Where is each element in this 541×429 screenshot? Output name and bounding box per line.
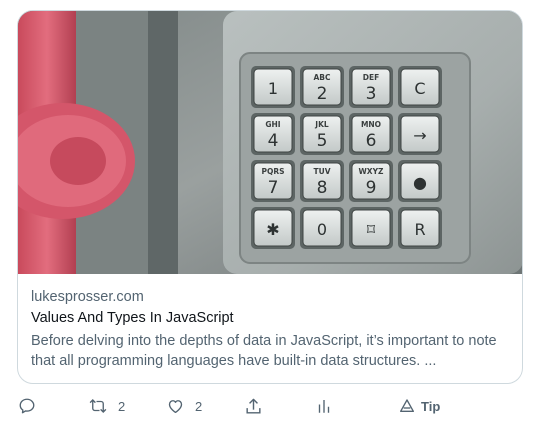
reply-button[interactable] [18,392,36,420]
reply-icon [19,398,35,414]
keypad-key-digit: 1 [268,79,278,98]
keypad-key-digit: R [414,220,425,239]
analytics-icon [318,400,330,413]
keypad-key-digit: ● [413,173,427,192]
card-description: Before delving into the depths of data i… [31,333,497,369]
keypad-key-2: DEF 3 [349,66,393,108]
keypad-key-6: MNO 6 [349,113,393,155]
keypad-key-11: ● [398,160,442,202]
tweet-actions: 2 2 Tip [0,392,541,420]
keypad-key-letters: TUV [313,167,330,176]
keypad-key-letters: PQRS [261,167,284,176]
keypad-key-0: 1 [251,66,295,108]
keypad-key-5: JKL 5 [300,113,344,155]
keypad-key-1: ABC 2 [300,66,344,108]
tip-button[interactable]: Tip [399,392,440,420]
keypad-key-letters: DEF [363,73,379,82]
keypad-key-digit: ✱ [266,220,279,239]
keypad-key-digit: 9 [366,178,377,198]
keypad-key-digit: 5 [317,131,328,151]
keypad-key-8: PQRS 7 [251,160,295,202]
link-preview-card[interactable]: 1 ABC 2 DEF 3 C GHI 4 JKL 5 MNO 6 → PQRS 7 TUV 8 WXYZ 9 ● ✱ 0… [17,10,523,384]
keypad-key-letters: ABC [313,73,331,82]
card-text: lukesprosser.com Values And Types In Jav… [31,288,511,371]
keypad-key-13: 0 [300,207,344,249]
keypad-key-letters: GHI [265,120,280,129]
keypad-key-digit: 3 [366,84,377,104]
keypad-key-digit: 7 [268,178,279,198]
keypad-key-digit: ⌑ [367,220,376,239]
keypad-key-digit: → [413,126,426,145]
keypad-key-digit: 8 [317,178,328,198]
retweet-icon [89,399,107,413]
analytics-button[interactable] [315,392,333,420]
share-button[interactable] [244,392,263,420]
retweet-button[interactable]: 2 [88,392,125,420]
keypad-key-4: GHI 4 [251,113,295,155]
keypad-key-digit: 6 [366,131,377,151]
keypad-key-10: WXYZ 9 [349,160,393,202]
keypad-key-digit: 2 [317,84,328,104]
keypad-key-12: ✱ [251,207,295,249]
keypad-key-letters: MNO [361,120,381,129]
keypad-key-9: TUV 8 [300,160,344,202]
card-image[interactable]: 1 ABC 2 DEF 3 C GHI 4 JKL 5 MNO 6 → PQRS 7 TUV 8 WXYZ 9 ● ✱ 0… [18,11,522,274]
tip-label: Tip [421,398,441,414]
tip-icon [400,399,414,412]
heart-icon [168,400,183,414]
keypad-key-digit: 0 [317,220,327,239]
keypad-key-14: ⌑ [349,207,393,249]
share-icon [246,398,261,414]
keypad-key-letters: JKL [314,120,329,129]
card-domain[interactable]: lukesprosser.com [31,288,511,309]
keypad-key-digit: 4 [268,131,279,151]
like-button[interactable]: 2 [166,392,202,420]
keypad-key-digit: C [414,79,425,98]
keypad-key-letters: WXYZ [359,167,384,176]
keypad-key-15: R [398,207,442,249]
keypad-key-3: C [398,66,442,108]
retweet-count: 2 [118,398,126,414]
like-count: 2 [195,398,203,414]
keypad-key-7: → [398,113,442,155]
payphone-image: 1 ABC 2 DEF 3 C GHI 4 JKL 5 MNO 6 → PQRS 7 TUV 8 WXYZ 9 ● ✱ 0… [18,11,522,274]
card-title[interactable]: Values And Types In JavaScript [31,309,511,331]
